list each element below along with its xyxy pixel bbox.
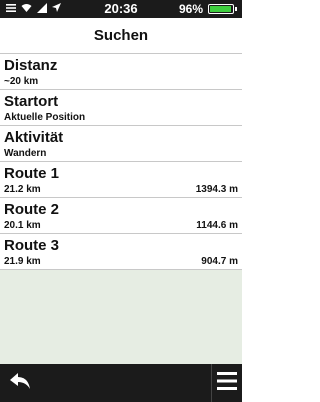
back-button[interactable] [0, 364, 40, 402]
list-item[interactable]: Distanz ~20 km [0, 54, 242, 90]
list-item-subtitle: ~20 km [4, 76, 39, 87]
screen: 20:36 96% Suchen Distanz ~20 km Startort Ak… [0, 0, 242, 402]
list-item-elevation: 1394.3 m [195, 184, 238, 195]
list-item[interactable]: Aktivität Wandern [0, 126, 242, 162]
list-item[interactable]: Startort Aktuelle Position [0, 90, 242, 126]
list-item-elevation: 904.7 m [201, 256, 238, 267]
list-item[interactable]: Route 3 21.9 km 904.7 m [0, 234, 242, 270]
list-item[interactable]: Route 1 21.2 km 1394.3 m [0, 162, 242, 198]
list-item-subtitle: 20.1 km [4, 220, 41, 231]
hamburger-menu-icon [217, 370, 237, 397]
list-item-subtitle: Wandern [4, 148, 47, 159]
list-item-elevation: 1144.6 m [196, 220, 238, 231]
page-title: Suchen [0, 18, 242, 54]
search-options-list: Distanz ~20 km Startort Aktuelle Position Ak… [0, 54, 242, 270]
battery-icon [208, 4, 237, 14]
battery-status: 96% [178, 2, 237, 16]
battery-percent: 96% [178, 2, 203, 16]
list-item-title: Aktivität [4, 129, 64, 146]
bottom-bar [0, 364, 242, 402]
list-item-title: Distanz [4, 57, 58, 74]
list-item[interactable]: Route 2 20.1 km 1144.6 m [0, 198, 242, 234]
list-item-title: Route 1 [4, 165, 60, 182]
list-item-subtitle: 21.2 km [4, 184, 41, 195]
menu-button[interactable] [211, 364, 242, 402]
back-arrow-icon [8, 371, 32, 396]
list-item-subtitle: Aktuelle Position [4, 112, 86, 123]
status-bar: 20:36 96% [0, 0, 242, 18]
list-item-subtitle: 21.9 km [4, 256, 41, 267]
battery-fill [210, 6, 232, 12]
list-item-title: Route 3 [4, 237, 60, 254]
list-item-title: Route 2 [4, 201, 60, 218]
list-item-title: Startort [4, 93, 59, 110]
